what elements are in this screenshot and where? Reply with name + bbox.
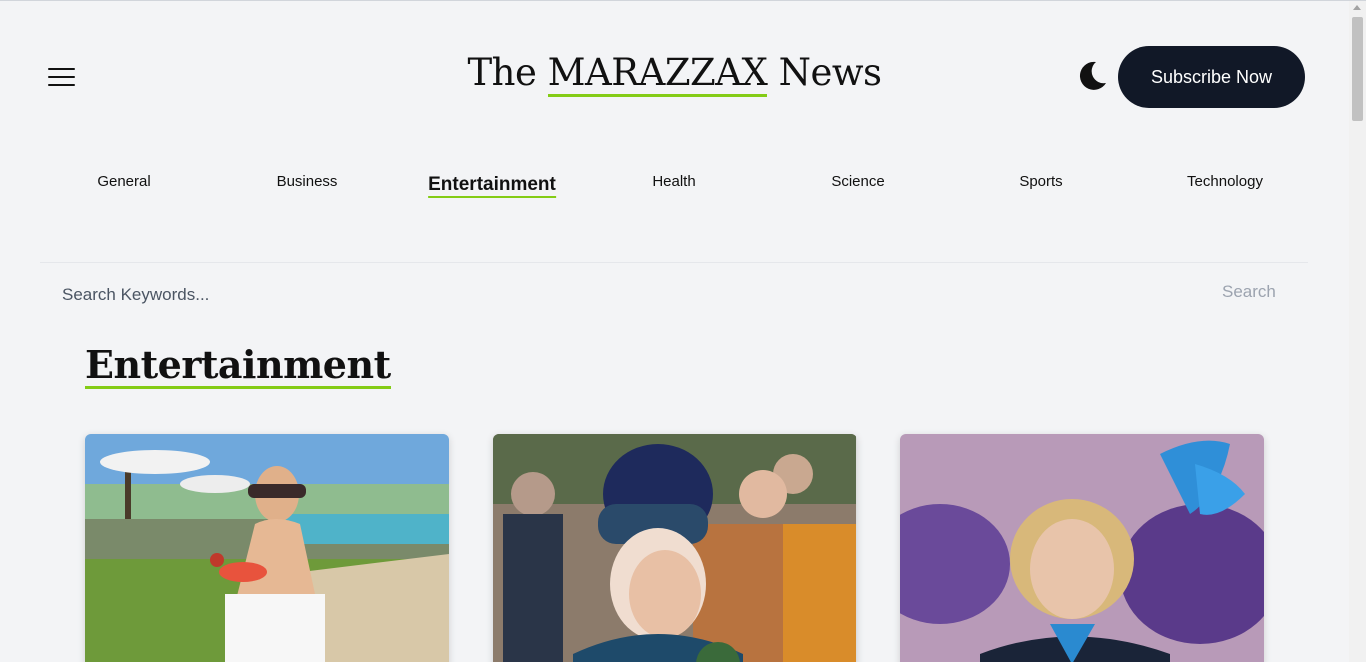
- scrollbar[interactable]: [1349, 1, 1366, 662]
- subscribe-button[interactable]: Subscribe Now: [1118, 46, 1305, 108]
- section-title: Entertainment: [85, 342, 391, 389]
- nav-item-sports[interactable]: Sports: [1019, 173, 1062, 190]
- nav-item-entertainment[interactable]: Entertainment: [428, 174, 556, 198]
- nav-item-general[interactable]: General: [97, 173, 150, 190]
- search-button[interactable]: Search: [1222, 282, 1276, 302]
- nav-item-health[interactable]: Health: [652, 173, 695, 190]
- nav-item-science[interactable]: Science: [831, 173, 884, 190]
- article-card-image[interactable]: [85, 434, 449, 662]
- article-photo-poolside: [85, 434, 449, 662]
- divider: [40, 262, 1308, 263]
- page: The MARAZZAX News Subscribe Now General …: [0, 1, 1349, 662]
- nav-item-technology[interactable]: Technology: [1187, 173, 1263, 190]
- article-card-image[interactable]: [493, 434, 857, 662]
- scroll-up-icon[interactable]: [1353, 5, 1361, 10]
- site-title-prefix: The: [467, 51, 548, 94]
- article-card-image[interactable]: [900, 434, 1264, 662]
- search-input[interactable]: [62, 281, 962, 309]
- site-title-suffix: News: [767, 51, 882, 94]
- category-nav: General Business Entertainment Health Sc…: [40, 161, 1308, 211]
- site-title-brand: MARAZZAX: [547, 51, 768, 97]
- nav-item-business[interactable]: Business: [277, 173, 338, 190]
- moon-icon[interactable]: [1075, 59, 1109, 93]
- article-photo-butterfly: [900, 434, 1264, 662]
- article-photo-hat: [493, 434, 856, 662]
- scroll-thumb[interactable]: [1352, 17, 1363, 121]
